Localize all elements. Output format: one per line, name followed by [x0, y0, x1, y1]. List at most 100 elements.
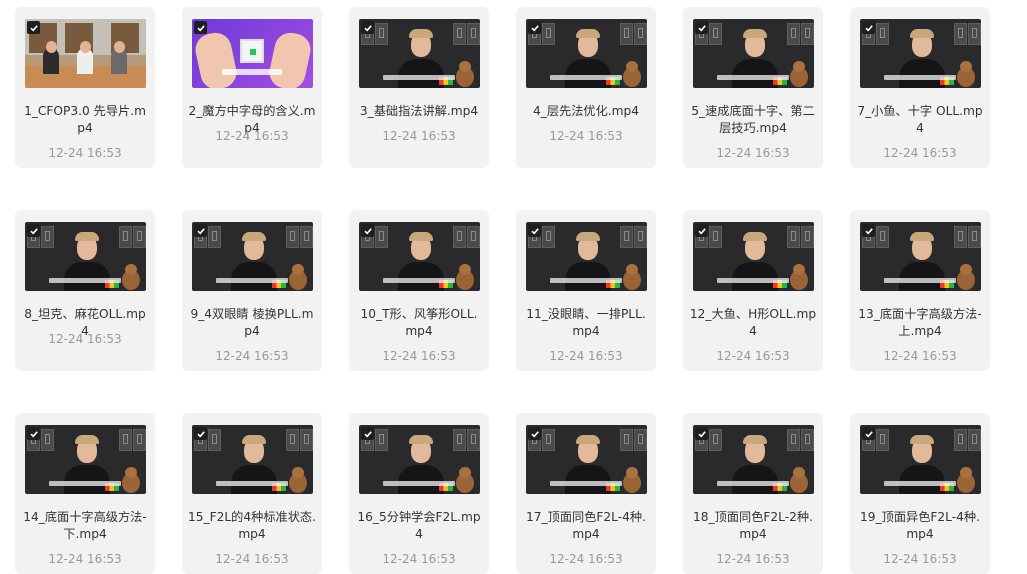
checkmark-icon[interactable]	[862, 427, 875, 440]
video-thumbnail-image	[25, 425, 146, 494]
video-thumbnail[interactable]	[25, 222, 146, 291]
file-name: 17_顶面同色F2L-4种.mp4	[526, 510, 646, 541]
file-date: 12-24 16:53	[883, 146, 957, 160]
file-name: 14_底面十字高级方法-下.mp4	[23, 510, 147, 541]
video-thumbnail[interactable]	[526, 19, 647, 88]
video-thumbnail[interactable]	[526, 222, 647, 291]
video-thumbnail[interactable]	[693, 19, 814, 88]
file-card[interactable]: 7_小鱼、十字 OLL.mp4 12-24 16:53	[850, 7, 990, 168]
video-thumbnail[interactable]	[25, 19, 146, 88]
file-card[interactable]: 10_T形、风筝形OLL.mp4 12-24 16:53	[349, 210, 489, 371]
video-thumbnail[interactable]	[192, 425, 313, 494]
file-date: 12-24 16:53	[215, 129, 289, 143]
file-date: 12-24 16:53	[716, 349, 790, 363]
video-thumbnail-image	[693, 222, 814, 291]
checkmark-icon[interactable]	[27, 224, 40, 237]
file-date: 12-24 16:53	[549, 129, 623, 143]
video-thumbnail-image	[526, 222, 647, 291]
checkmark-icon[interactable]	[695, 427, 708, 440]
file-name: 15_F2L的4种标准状态.mp4	[188, 510, 316, 541]
file-name: 3_基础指法讲解.mp4	[359, 104, 479, 118]
video-thumbnail[interactable]	[860, 222, 981, 291]
checkmark-icon[interactable]	[194, 21, 207, 34]
file-date: 12-24 16:53	[549, 349, 623, 363]
checkmark-icon[interactable]	[27, 21, 40, 34]
file-card[interactable]: 15_F2L的4种标准状态.mp4 12-24 16:53	[182, 413, 322, 574]
video-thumbnail[interactable]	[860, 425, 981, 494]
file-date: 12-24 16:53	[716, 552, 790, 566]
file-name: 7_小鱼、十字 OLL.mp4	[857, 104, 983, 135]
file-name: 18_顶面同色F2L-2种.mp4	[693, 510, 813, 541]
file-name: 13_底面十字高级方法-上.mp4	[858, 307, 982, 338]
video-thumbnail-image	[25, 222, 146, 291]
file-card[interactable]: 18_顶面同色F2L-2种.mp4 12-24 16:53	[683, 413, 823, 574]
file-name: 1_CFOP3.0 先导片.mp4	[24, 104, 146, 135]
video-thumbnail[interactable]	[693, 222, 814, 291]
checkmark-icon[interactable]	[528, 21, 541, 34]
file-name: 4_层先法优化.mp4	[532, 104, 640, 118]
checkmark-icon[interactable]	[194, 427, 207, 440]
file-card[interactable]: 13_底面十字高级方法-上.mp4 12-24 16:53	[850, 210, 990, 371]
file-card[interactable]: 19_顶面异色F2L-4种.mp4 12-24 16:53	[850, 413, 990, 574]
video-thumbnail[interactable]	[526, 425, 647, 494]
file-date: 12-24 16:53	[883, 552, 957, 566]
checkmark-icon[interactable]	[528, 427, 541, 440]
file-name: 5_速成底面十字、第二层技巧.mp4	[691, 104, 815, 135]
checkmark-icon[interactable]	[194, 224, 207, 237]
checkmark-icon[interactable]	[361, 21, 374, 34]
checkmark-icon[interactable]	[862, 21, 875, 34]
checkmark-icon[interactable]	[528, 224, 541, 237]
video-thumbnail-image	[860, 425, 981, 494]
video-thumbnail-image	[526, 19, 647, 88]
file-card[interactable]: 14_底面十字高级方法-下.mp4 12-24 16:53	[15, 413, 155, 574]
video-thumbnail[interactable]	[860, 19, 981, 88]
checkmark-icon[interactable]	[361, 224, 374, 237]
video-thumbnail-image	[192, 222, 313, 291]
checkmark-icon[interactable]	[695, 21, 708, 34]
file-card[interactable]: 11_没眼睛、一排PLL.mp4 12-24 16:53	[516, 210, 656, 371]
file-name: 19_顶面异色F2L-4种.mp4	[860, 510, 980, 541]
file-card[interactable]: 17_顶面同色F2L-4种.mp4 12-24 16:53	[516, 413, 656, 574]
video-thumbnail-image	[359, 425, 480, 494]
file-date: 12-24 16:53	[382, 349, 456, 363]
video-thumbnail-image	[359, 222, 480, 291]
file-date: 12-24 16:53	[382, 129, 456, 143]
file-name: 9_4双眼睛 棱换PLL.mp4	[190, 307, 314, 338]
checkmark-icon[interactable]	[27, 427, 40, 440]
file-name: 10_T形、风筝形OLL.mp4	[360, 307, 478, 338]
video-thumbnail[interactable]	[359, 19, 480, 88]
video-thumbnail-image	[25, 19, 146, 88]
file-date: 12-24 16:53	[549, 552, 623, 566]
file-date: 12-24 16:53	[215, 349, 289, 363]
file-date: 12-24 16:53	[716, 146, 790, 160]
file-grid: 1_CFOP3.0 先导片.mp4 12-24 16:53 2_魔方中字母的含义.m…	[0, 0, 1027, 574]
video-thumbnail-image	[192, 425, 313, 494]
file-name: 16_5分钟学会F2L.mp4	[357, 510, 481, 541]
file-card[interactable]: 12_大鱼、H形OLL.mp4 12-24 16:53	[683, 210, 823, 371]
video-thumbnail[interactable]	[359, 425, 480, 494]
checkmark-icon[interactable]	[695, 224, 708, 237]
file-card[interactable]: 5_速成底面十字、第二层技巧.mp4 12-24 16:53	[683, 7, 823, 168]
file-name: 11_没眼睛、一排PLL.mp4	[526, 307, 646, 338]
video-thumbnail-image	[526, 425, 647, 494]
file-date: 12-24 16:53	[382, 552, 456, 566]
video-thumbnail[interactable]	[192, 222, 313, 291]
file-date: 12-24 16:53	[48, 552, 122, 566]
file-card[interactable]: 3_基础指法讲解.mp4 12-24 16:53	[349, 7, 489, 168]
video-thumbnail-image	[860, 19, 981, 88]
file-card[interactable]: 16_5分钟学会F2L.mp4 12-24 16:53	[349, 413, 489, 574]
file-card[interactable]: 1_CFOP3.0 先导片.mp4 12-24 16:53	[15, 7, 155, 168]
video-thumbnail[interactable]	[359, 222, 480, 291]
file-date: 12-24 16:53	[48, 332, 122, 346]
file-card[interactable]: 9_4双眼睛 棱换PLL.mp4 12-24 16:53	[182, 210, 322, 371]
video-thumbnail[interactable]	[693, 425, 814, 494]
video-thumbnail-image	[192, 19, 313, 88]
checkmark-icon[interactable]	[361, 427, 374, 440]
video-thumbnail[interactable]	[192, 19, 313, 88]
file-card[interactable]: 8_坦克、麻花OLL.mp4 12-24 16:53	[15, 210, 155, 371]
video-thumbnail-image	[860, 222, 981, 291]
file-card[interactable]: 4_层先法优化.mp4 12-24 16:53	[516, 7, 656, 168]
file-card[interactable]: 2_魔方中字母的含义.mp4 12-24 16:53	[182, 7, 322, 168]
video-thumbnail[interactable]	[25, 425, 146, 494]
checkmark-icon[interactable]	[862, 224, 875, 237]
